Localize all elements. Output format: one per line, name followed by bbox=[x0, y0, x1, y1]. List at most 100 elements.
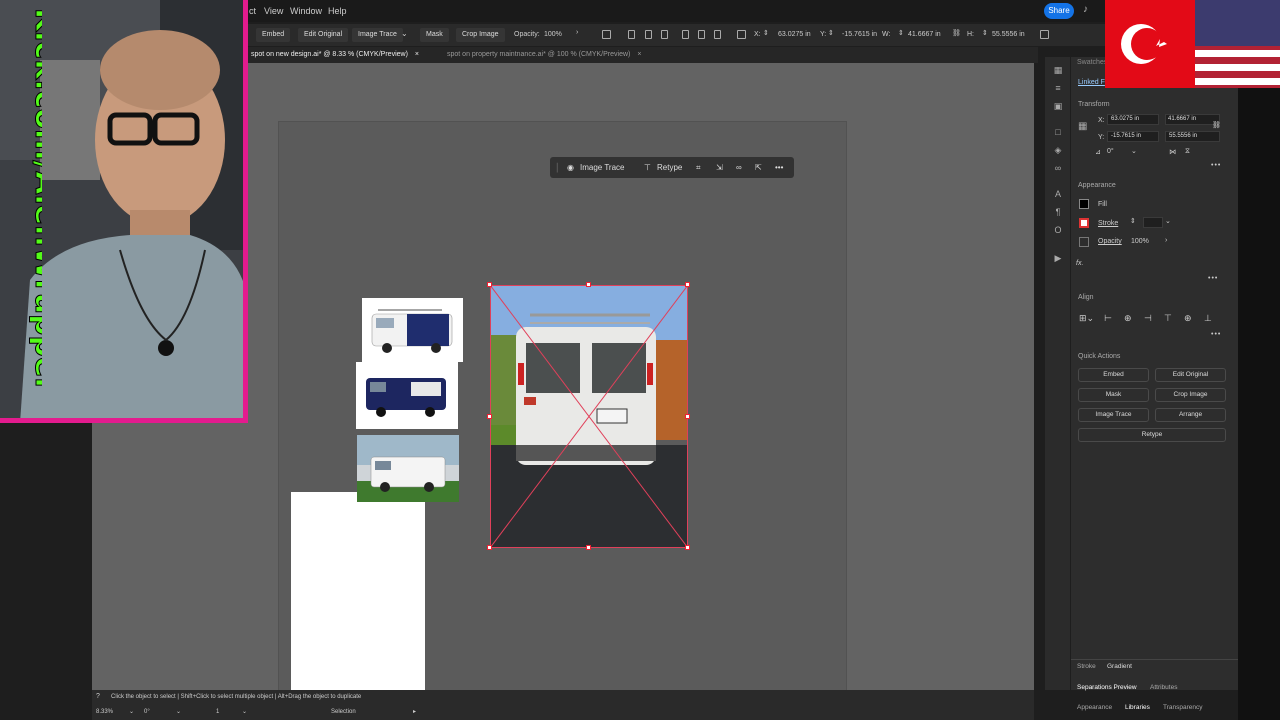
align-middle-icon[interactable] bbox=[698, 30, 705, 39]
transform-more-options-icon[interactable]: ••• bbox=[1211, 162, 1221, 169]
notification-bell-icon[interactable]: ♪ bbox=[1083, 4, 1093, 16]
status-arrow-icon[interactable]: ▸ bbox=[413, 708, 416, 715]
selected-van-rear-image[interactable] bbox=[490, 285, 688, 548]
panel-h-field[interactable]: 55.5556 in bbox=[1165, 131, 1220, 142]
linked-file-link[interactable]: Linked F bbox=[1078, 79, 1105, 86]
y-value[interactable]: -15.7615 in bbox=[842, 31, 877, 38]
link-task-icon[interactable]: ∞ bbox=[736, 163, 742, 172]
qa-arrange-button[interactable]: Arrange bbox=[1155, 408, 1226, 422]
panel-opacity-label[interactable]: Opacity bbox=[1098, 238, 1122, 245]
constrain-link-icon[interactable]: ⛓ bbox=[952, 29, 961, 37]
share-button[interactable]: Share bbox=[1044, 3, 1074, 19]
transform-icon[interactable] bbox=[602, 30, 611, 39]
task-retype-button[interactable]: Retype bbox=[657, 163, 682, 172]
task-more-icon[interactable]: ••• bbox=[775, 163, 783, 172]
opentype-icon[interactable]: O bbox=[1053, 225, 1063, 235]
stroke-weight-dropdown-icon[interactable]: ⌄ bbox=[1165, 217, 1171, 225]
panel-opacity-value[interactable]: 100% bbox=[1131, 238, 1149, 245]
stroke-swatch[interactable] bbox=[1079, 218, 1089, 228]
align-right-edges-icon[interactable]: ⊣ bbox=[1144, 313, 1152, 324]
align-horizontal-centers-icon[interactable]: ⊕ bbox=[1124, 313, 1132, 324]
menu-window[interactable]: Window bbox=[290, 6, 322, 16]
flip-vertical-icon[interactable]: ⧖ bbox=[1185, 148, 1190, 156]
tab-gradient[interactable]: Gradient bbox=[1107, 663, 1132, 670]
reference-point-icon[interactable] bbox=[737, 30, 746, 39]
w-value[interactable]: 41.6667 in bbox=[908, 31, 941, 38]
image-trace-button[interactable]: Image Trace bbox=[352, 28, 403, 42]
qa-crop-image-button[interactable]: Crop Image bbox=[1155, 388, 1226, 402]
align-more-options-icon[interactable]: ••• bbox=[1211, 331, 1221, 338]
crop-task-icon[interactable]: ⌗ bbox=[696, 163, 701, 173]
stroke-label[interactable]: Stroke bbox=[1098, 220, 1118, 227]
h-value[interactable]: 55.5556 in bbox=[992, 31, 1025, 38]
artboard-number[interactable]: 1 bbox=[216, 709, 219, 715]
tab-attributes[interactable]: Attributes bbox=[1150, 684, 1177, 691]
resize-handle-bottom-right[interactable] bbox=[685, 545, 690, 550]
w-stepper-icon[interactable]: ⇕ bbox=[898, 29, 904, 37]
align-left-edges-icon[interactable]: ⊢ bbox=[1104, 313, 1112, 324]
x-value[interactable]: 63.0275 in bbox=[778, 31, 811, 38]
align-bottom-edges-icon[interactable]: ⊥ bbox=[1204, 313, 1212, 324]
links-icon[interactable]: ∞ bbox=[1053, 163, 1063, 173]
resize-handle-left[interactable] bbox=[487, 414, 492, 419]
tab-close-icon[interactable]: × bbox=[415, 51, 419, 58]
tab-close-icon[interactable]: × bbox=[637, 51, 641, 58]
stacked-layers-icon[interactable]: ◈ bbox=[1053, 145, 1063, 155]
menu-help[interactable]: Help bbox=[328, 6, 347, 16]
tab-separations-preview[interactable]: Separations Preview bbox=[1077, 684, 1137, 691]
edit-original-button[interactable]: Edit Original bbox=[298, 28, 349, 42]
rotation-dropdown-icon[interactable]: ⌄ bbox=[176, 708, 181, 715]
transform-panel-icon[interactable] bbox=[1040, 30, 1049, 39]
properties-panel-icon[interactable]: ▦ bbox=[1053, 65, 1063, 75]
zoom-value[interactable]: 8.33% bbox=[96, 709, 113, 715]
align-right-icon[interactable] bbox=[661, 30, 668, 39]
libraries-icon[interactable]: ▣ bbox=[1053, 101, 1063, 111]
x-stepper-icon[interactable]: ⇕ bbox=[763, 29, 769, 37]
menu-object[interactable]: ct bbox=[249, 6, 256, 16]
retype-task-icon[interactable]: ⊤ bbox=[644, 163, 651, 172]
artboards-icon[interactable]: □ bbox=[1053, 127, 1063, 137]
task-image-trace-button[interactable]: Image Trace bbox=[580, 163, 624, 172]
embed-button[interactable]: Embed bbox=[256, 28, 291, 42]
tab-stroke[interactable]: Stroke bbox=[1077, 663, 1096, 670]
zoom-dropdown-icon[interactable]: ⌄ bbox=[129, 708, 134, 715]
resize-handle-top-left[interactable] bbox=[487, 282, 492, 287]
task-bar-grip-icon[interactable]: │ bbox=[555, 163, 560, 172]
opacity-arrow-icon[interactable]: › bbox=[576, 29, 578, 36]
mask-button[interactable]: Mask bbox=[420, 28, 449, 42]
align-left-icon[interactable] bbox=[628, 30, 635, 39]
tab-transparency[interactable]: Transparency bbox=[1163, 704, 1203, 711]
constrain-proportions-icon[interactable]: ⛓ bbox=[1212, 121, 1221, 129]
qa-mask-button[interactable]: Mask bbox=[1078, 388, 1149, 402]
van-photo-image-3[interactable] bbox=[357, 435, 459, 502]
rotate-angle-value[interactable]: 0° bbox=[1107, 148, 1114, 155]
tab-libraries[interactable]: Libraries bbox=[1125, 704, 1150, 711]
help-circle-icon[interactable]: ? bbox=[96, 693, 100, 700]
van-mockup-image-2[interactable] bbox=[356, 362, 458, 429]
fx-effects-icon[interactable]: fx. bbox=[1076, 260, 1083, 267]
qa-retype-button[interactable]: Retype bbox=[1078, 428, 1226, 442]
h-stepper-icon[interactable]: ⇕ bbox=[982, 29, 988, 37]
panel-y-field[interactable]: -15.7615 in bbox=[1107, 131, 1159, 142]
tab-appearance[interactable]: Appearance bbox=[1077, 704, 1112, 711]
resize-handle-bottom[interactable] bbox=[586, 545, 591, 550]
resize-handle-top[interactable] bbox=[586, 282, 591, 287]
opacity-arrow-icon[interactable]: › bbox=[1165, 237, 1167, 244]
actions-play-icon[interactable]: ▶ bbox=[1053, 253, 1063, 263]
fill-swatch[interactable] bbox=[1079, 199, 1089, 209]
reference-point-grid-icon[interactable]: ▦ bbox=[1078, 121, 1087, 132]
paragraph-icon[interactable]: ¶ bbox=[1053, 207, 1063, 217]
character-icon[interactable]: A bbox=[1053, 189, 1063, 199]
swatches-tab[interactable]: Swatches bbox=[1077, 59, 1107, 66]
stroke-weight-field[interactable] bbox=[1143, 217, 1163, 228]
opacity-value[interactable]: 100% bbox=[544, 31, 562, 38]
align-to-selector-icon[interactable]: ⊞⌄ bbox=[1079, 313, 1094, 324]
white-rectangle-object[interactable] bbox=[291, 492, 425, 690]
edit-original-task-icon[interactable]: ⇱ bbox=[755, 163, 762, 172]
qa-embed-button[interactable]: Embed bbox=[1078, 368, 1149, 382]
layers-icon[interactable]: ≡ bbox=[1053, 83, 1063, 93]
align-vertical-centers-icon[interactable]: ⊕ bbox=[1184, 313, 1192, 324]
resize-handle-top-right[interactable] bbox=[685, 282, 690, 287]
tab-spot-on-new-design[interactable]: spot on new design.ai* @ 8.33 % (CMYK/Pr… bbox=[251, 51, 419, 58]
rotate-angle-dropdown-icon[interactable]: ⌄ bbox=[1131, 147, 1137, 155]
